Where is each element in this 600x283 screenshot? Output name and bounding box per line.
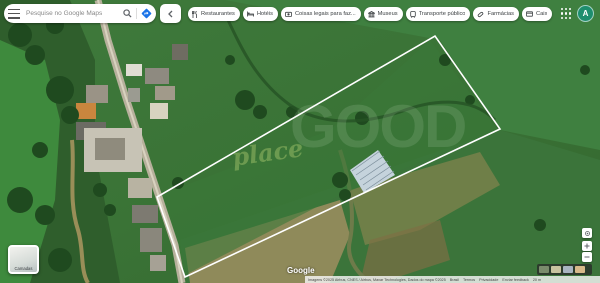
chip-label: Caix bbox=[536, 11, 548, 17]
search-icon[interactable] bbox=[121, 8, 133, 20]
minus-icon bbox=[584, 256, 590, 258]
scale-label: 20 m bbox=[532, 277, 542, 282]
google-logo: Google bbox=[287, 266, 315, 275]
chip-things-to-do[interactable]: Coisas legais para faz... bbox=[280, 7, 361, 21]
chip-hotels[interactable]: Hotéis bbox=[242, 7, 278, 21]
category-chips: Restaurantes Hotéis Coisas legais para f… bbox=[188, 7, 553, 21]
bed-icon bbox=[246, 11, 254, 17]
imagery-thumb[interactable] bbox=[575, 266, 585, 273]
pill-icon bbox=[478, 11, 484, 17]
account-avatar[interactable]: A bbox=[577, 5, 594, 22]
search-input[interactable] bbox=[26, 10, 118, 17]
atm-icon bbox=[526, 11, 533, 17]
chip-label: Museus bbox=[377, 11, 398, 17]
chip-museums[interactable]: Museus bbox=[363, 7, 403, 21]
layers-button[interactable]: Camadas bbox=[8, 245, 39, 274]
imagery-thumb[interactable] bbox=[551, 266, 561, 273]
chip-atm[interactable]: Caix bbox=[522, 7, 553, 21]
attribution-text: Imagens ©2025 Airbus, CNES / Airbus, Max… bbox=[308, 277, 446, 282]
search-box bbox=[4, 4, 156, 23]
museum-icon bbox=[367, 10, 375, 17]
footer-country[interactable]: Brasil bbox=[450, 278, 459, 282]
imagery-thumb[interactable] bbox=[539, 266, 549, 273]
zoom-out-button[interactable] bbox=[582, 252, 592, 262]
imagery-thumb[interactable] bbox=[563, 266, 573, 273]
chevron-left-icon bbox=[168, 10, 173, 17]
footer-privacy[interactable]: Privacidade bbox=[479, 278, 498, 282]
chip-label: Farmácias bbox=[487, 11, 515, 17]
layers-label: Camadas bbox=[14, 266, 33, 271]
chip-restaurants[interactable]: Restaurantes bbox=[188, 7, 240, 21]
chip-pharmacies[interactable]: Farmácias bbox=[473, 7, 520, 21]
google-apps-icon[interactable] bbox=[561, 8, 573, 20]
crosshair-icon bbox=[584, 230, 590, 236]
search-divider bbox=[136, 8, 137, 19]
plus-icon bbox=[584, 243, 590, 249]
chip-label: Restaurantes bbox=[201, 11, 235, 17]
camera-icon bbox=[285, 11, 292, 17]
map-footer: Imagens ©2025 Airbus, CNES / Airbus, Max… bbox=[305, 276, 600, 283]
collapse-panel-button[interactable] bbox=[160, 4, 181, 23]
footer-feedback[interactable]: Enviar feedback bbox=[502, 278, 528, 282]
chip-label: Hotéis bbox=[256, 11, 273, 17]
location-button[interactable] bbox=[582, 228, 592, 238]
footer-terms[interactable]: Termos bbox=[463, 278, 475, 282]
menu-icon[interactable] bbox=[8, 8, 20, 19]
chip-label: Transporte público bbox=[418, 11, 466, 17]
directions-icon[interactable] bbox=[140, 8, 152, 20]
imagery-strip[interactable] bbox=[537, 264, 592, 275]
chip-label: Coisas legais para faz... bbox=[294, 11, 356, 17]
zoom-in-button[interactable] bbox=[582, 241, 592, 251]
train-icon bbox=[409, 10, 416, 18]
fork-knife-icon bbox=[192, 10, 197, 18]
chip-transit[interactable]: Transporte público bbox=[405, 7, 471, 21]
watermark-logo: GOOD bbox=[290, 93, 467, 160]
